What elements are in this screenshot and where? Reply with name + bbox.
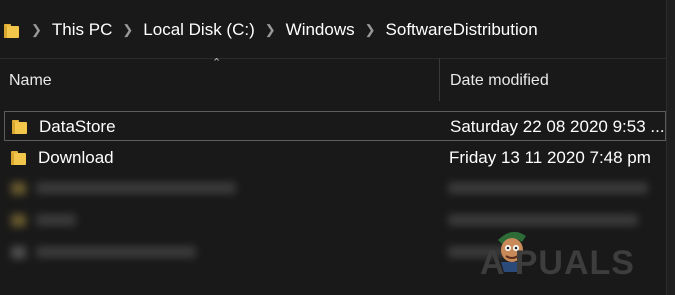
file-name: DataStore — [39, 117, 116, 136]
file-date-modified: Saturday 22 08 2020 9:53 ... — [450, 117, 665, 136]
folder-icon — [12, 119, 27, 134]
folder-icon — [4, 23, 19, 38]
breadcrumb-this-pc[interactable]: This PC — [48, 20, 116, 40]
column-header: ⌃ Name Date modified — [0, 57, 666, 102]
breadcrumb-windows[interactable]: Windows — [282, 20, 359, 40]
file-row-datastore[interactable]: DataStore Saturday 22 08 2020 9:53 ... — [4, 111, 666, 141]
chevron-right-icon[interactable]: ❯ — [259, 22, 282, 38]
folder-icon — [11, 150, 26, 165]
chevron-right-icon[interactable]: ❯ — [359, 22, 382, 38]
breadcrumb: ❯ This PC ❯ Local Disk (C:) ❯ Windows ❯ … — [4, 17, 542, 43]
file-name: Download — [38, 148, 114, 167]
vertical-scrollbar[interactable] — [666, 0, 675, 295]
chevron-right-icon[interactable]: ❯ — [116, 22, 139, 38]
watermark-text: A PUALS — [480, 244, 635, 282]
column-divider[interactable] — [439, 58, 440, 101]
breadcrumb-software-distribution[interactable]: SoftwareDistribution — [382, 20, 542, 40]
chevron-right-icon[interactable]: ❯ — [25, 22, 48, 38]
file-date-modified: Friday 13 11 2020 7:48 pm — [449, 148, 651, 167]
sort-up-icon: ⌃ — [212, 57, 222, 69]
breadcrumb-local-disk[interactable]: Local Disk (C:) — [139, 20, 258, 40]
column-header-name[interactable]: Name — [9, 72, 52, 90]
file-row-download[interactable]: Download Friday 13 11 2020 7:48 pm — [4, 143, 666, 173]
address-bar[interactable]: ❯ This PC ❯ Local Disk (C:) ❯ Windows ❯ … — [0, 0, 666, 59]
column-header-date-modified[interactable]: Date modified — [450, 72, 549, 90]
